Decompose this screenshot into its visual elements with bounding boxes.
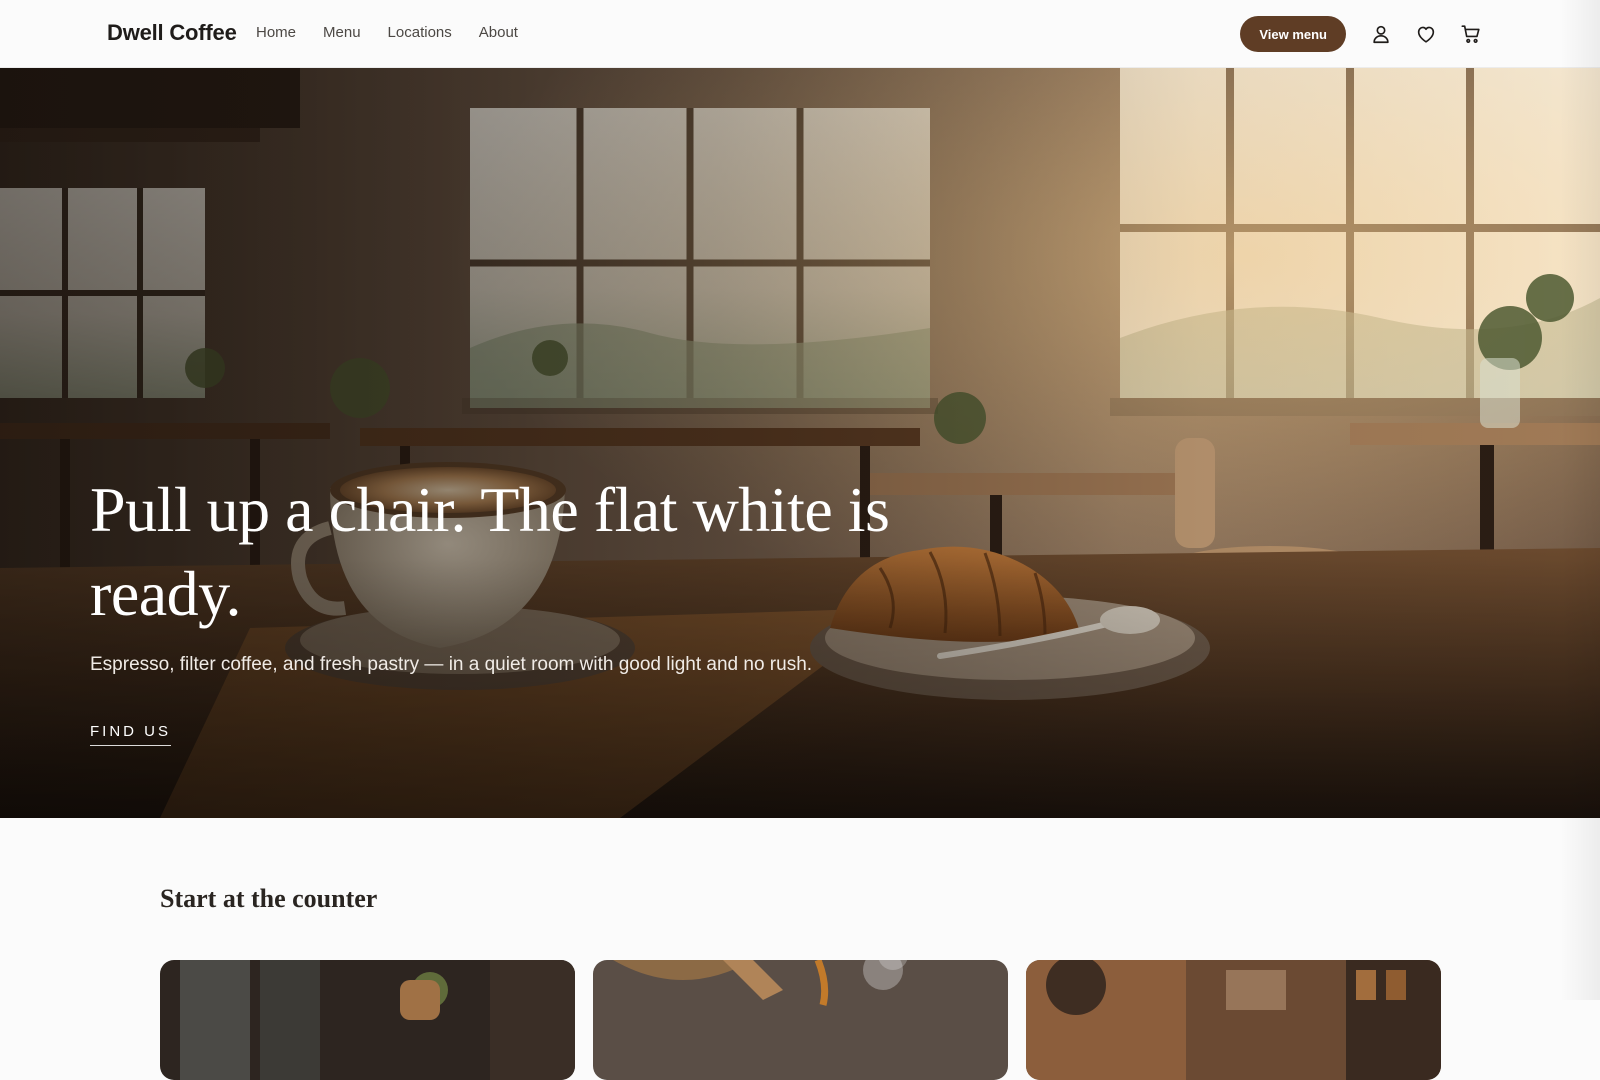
- product-cards: [160, 960, 1441, 1080]
- view-menu-button[interactable]: View menu: [1240, 16, 1346, 52]
- hero-title: Pull up a chair. The flat white is ready…: [90, 474, 890, 629]
- top-navigation: Dwell Coffee Home Menu Locations About V…: [0, 0, 1600, 68]
- user-icon[interactable]: [1366, 19, 1396, 49]
- nav-link-locations[interactable]: Locations: [388, 24, 452, 41]
- card-image-1: [160, 960, 575, 1080]
- product-card-1[interactable]: [160, 960, 575, 1080]
- brand-logo[interactable]: Dwell Coffee: [107, 20, 237, 46]
- nav-actions: View menu: [1240, 16, 1486, 52]
- nav-link-menu[interactable]: Menu: [323, 24, 361, 41]
- heart-icon[interactable]: [1411, 19, 1441, 49]
- card-image-3: [1026, 960, 1441, 1080]
- nav-link-about[interactable]: About: [479, 24, 518, 41]
- find-us-link[interactable]: FIND US: [90, 723, 171, 746]
- card-image-2: [593, 960, 1008, 1080]
- nav-links: Home Menu Locations About: [256, 24, 518, 41]
- product-card-2[interactable]: [593, 960, 1008, 1080]
- hero-banner: Pull up a chair. The flat white is ready…: [0, 68, 1600, 818]
- section-title: Start at the counter: [160, 884, 378, 913]
- product-card-3[interactable]: [1026, 960, 1441, 1080]
- nav-link-home[interactable]: Home: [256, 24, 296, 41]
- cart-icon[interactable]: [1456, 19, 1486, 49]
- hero-subtitle: Espresso, filter coffee, and fresh pastr…: [90, 654, 813, 675]
